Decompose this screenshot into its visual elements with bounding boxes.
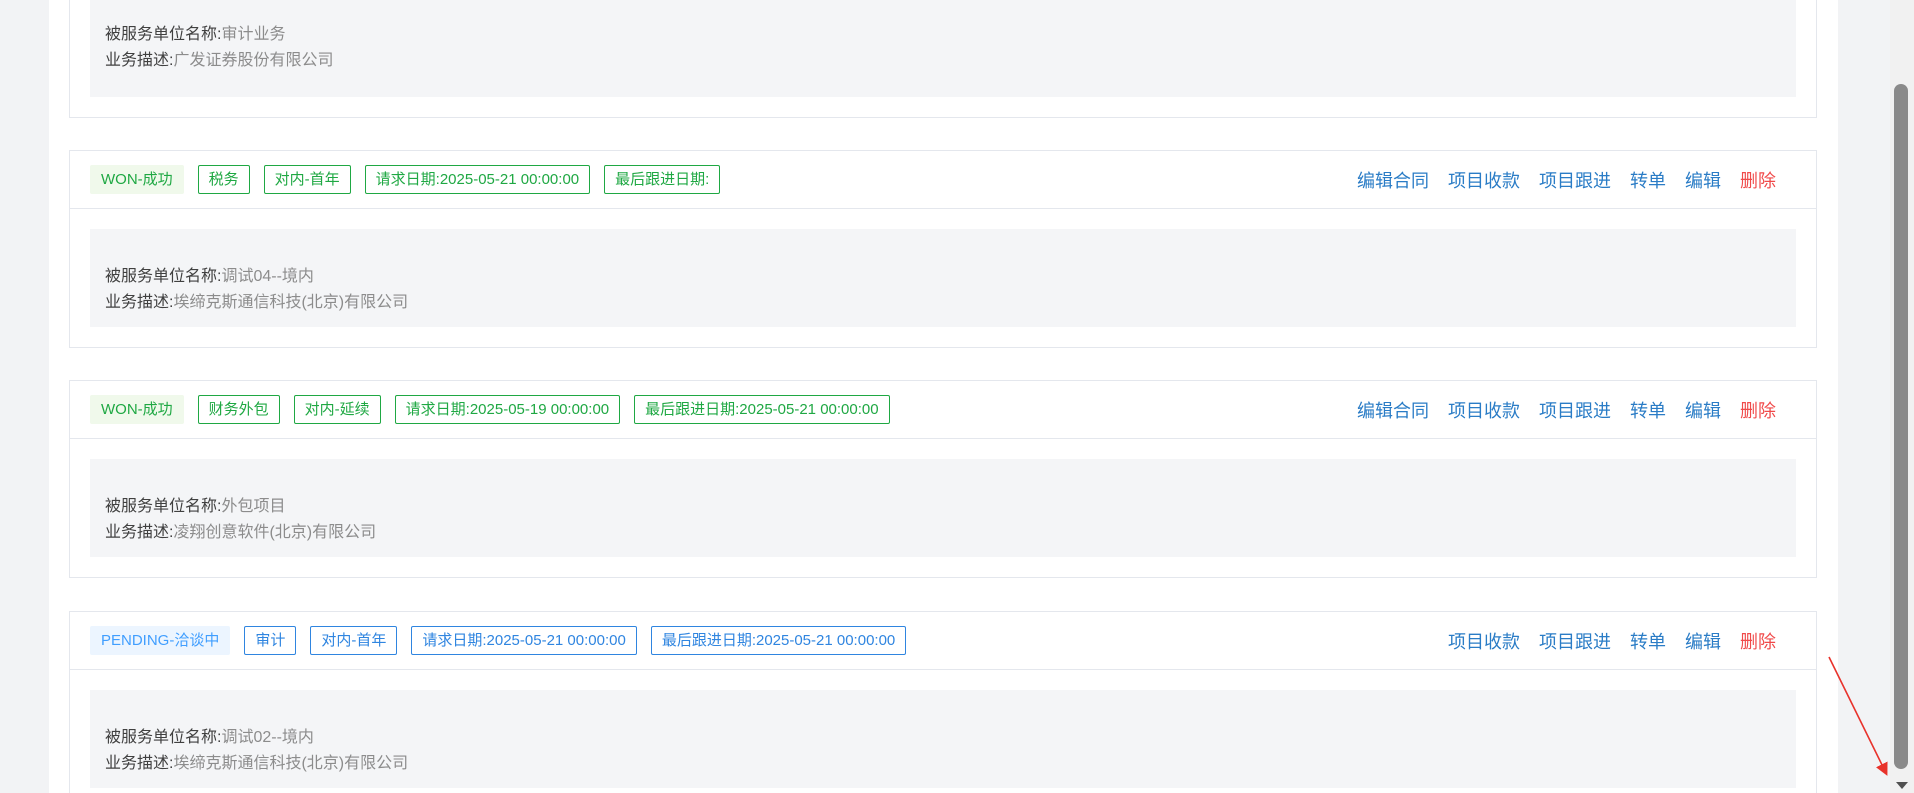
edit-contract-link[interactable]: 编辑合同 xyxy=(1357,397,1429,423)
description-value: 埃缔克斯通信科技(北京)有限公司 xyxy=(173,294,409,311)
transfer-link[interactable]: 转单 xyxy=(1630,397,1666,423)
card-header: WON-成功 财务外包 对内-延续 请求日期:2025-05-19 00:00:… xyxy=(70,381,1816,439)
last-follow-date-tag: 最后跟进日期: xyxy=(604,165,721,194)
description-value: 广发证券股份有限公司 xyxy=(173,52,334,69)
request-date-tag: 请求日期:2025-05-19 00:00:00 xyxy=(394,395,621,424)
service-unit-label: 被服务单位名称: xyxy=(105,729,222,746)
description-value: 埃缔克斯通信科技(北京)有限公司 xyxy=(173,755,409,772)
service-unit-row: 被服务单位名称:调试02--境内 xyxy=(105,725,1781,751)
project-follow-up-link[interactable]: 项目跟进 xyxy=(1539,167,1611,193)
action-group: 编辑合同 项目收款 项目跟进 转单 编辑 删除 xyxy=(1357,167,1776,193)
business-card: WON-成功 税务 对内-首年 请求日期:2025-05-21 00:00:00… xyxy=(69,150,1817,348)
status-badge: PENDING-洽谈中 xyxy=(90,626,231,655)
tag-group: PENDING-洽谈中 审计 对内-首年 请求日期:2025-05-21 00:… xyxy=(90,626,907,655)
project-payment-link[interactable]: 项目收款 xyxy=(1448,167,1520,193)
business-type-tag: 审计 xyxy=(244,626,297,655)
delete-link[interactable]: 删除 xyxy=(1740,628,1776,654)
service-unit-label: 被服务单位名称: xyxy=(105,26,222,43)
edit-link[interactable]: 编辑 xyxy=(1685,397,1721,423)
project-follow-up-link[interactable]: 项目跟进 xyxy=(1539,628,1611,654)
description-label: 业务描述: xyxy=(105,524,174,541)
card-body: 被服务单位名称:外包项目 业务描述:凌翔创意软件(北京)有限公司 xyxy=(90,459,1796,557)
project-payment-link[interactable]: 项目收款 xyxy=(1448,397,1520,423)
business-type-tag: 财务外包 xyxy=(197,395,280,424)
contract-type-tag: 对内-延续 xyxy=(293,395,381,424)
contract-type-tag: 对内-首年 xyxy=(310,626,398,655)
last-follow-date-tag: 最后跟进日期:2025-05-21 00:00:00 xyxy=(650,626,907,655)
description-row: 业务描述:凌翔创意软件(北京)有限公司 xyxy=(105,520,1781,546)
description-row: 业务描述:广发证券股份有限公司 xyxy=(105,48,1781,74)
last-follow-date-tag: 最后跟进日期:2025-05-21 00:00:00 xyxy=(634,395,890,424)
project-payment-link[interactable]: 项目收款 xyxy=(1448,628,1520,654)
card-header: WON-成功 税务 对内-首年 请求日期:2025-05-21 00:00:00… xyxy=(70,151,1816,209)
service-unit-row: 被服务单位名称:外包项目 xyxy=(105,494,1781,520)
service-unit-row: 被服务单位名称:调试04--境内 xyxy=(105,264,1781,290)
vertical-scrollbar[interactable] xyxy=(1890,0,1914,793)
request-date-tag: 请求日期:2025-05-21 00:00:00 xyxy=(364,165,591,194)
card-header: PENDING-洽谈中 审计 对内-首年 请求日期:2025-05-21 00:… xyxy=(70,612,1816,670)
delete-link[interactable]: 删除 xyxy=(1740,397,1776,423)
service-unit-value: 调试04--境内 xyxy=(221,268,314,285)
edit-contract-link[interactable]: 编辑合同 xyxy=(1357,167,1429,193)
edit-link[interactable]: 编辑 xyxy=(1685,167,1721,193)
card-body: 被服务单位名称:调试02--境内 业务描述:埃缔克斯通信科技(北京)有限公司 xyxy=(90,690,1796,788)
service-unit-value: 外包项目 xyxy=(221,498,286,515)
business-card: 被服务单位名称:审计业务 业务描述:广发证券股份有限公司 xyxy=(69,0,1817,118)
business-type-tag: 税务 xyxy=(197,165,250,194)
transfer-link[interactable]: 转单 xyxy=(1630,167,1666,193)
description-row: 业务描述:埃缔克斯通信科技(北京)有限公司 xyxy=(105,751,1781,777)
description-label: 业务描述: xyxy=(105,52,174,69)
service-unit-value: 审计业务 xyxy=(221,26,286,43)
scrollbar-thumb[interactable] xyxy=(1894,84,1908,769)
transfer-link[interactable]: 转单 xyxy=(1630,628,1666,654)
description-label: 业务描述: xyxy=(105,755,174,772)
service-unit-value: 调试02--境内 xyxy=(221,729,314,746)
action-group: 编辑合同 项目收款 项目跟进 转单 编辑 删除 xyxy=(1357,397,1776,423)
card-body: 被服务单位名称:审计业务 业务描述:广发证券股份有限公司 xyxy=(90,0,1796,97)
service-unit-label: 被服务单位名称: xyxy=(105,268,222,285)
description-label: 业务描述: xyxy=(105,294,174,311)
delete-link[interactable]: 删除 xyxy=(1740,167,1776,193)
project-follow-up-link[interactable]: 项目跟进 xyxy=(1539,397,1611,423)
status-badge: WON-成功 xyxy=(90,395,184,424)
main-content: 被服务单位名称:审计业务 业务描述:广发证券股份有限公司 WON-成功 税务 对… xyxy=(49,0,1838,793)
card-body: 被服务单位名称:调试04--境内 业务描述:埃缔克斯通信科技(北京)有限公司 xyxy=(90,229,1796,327)
service-unit-label: 被服务单位名称: xyxy=(105,498,222,515)
edit-link[interactable]: 编辑 xyxy=(1685,628,1721,654)
description-row: 业务描述:埃缔克斯通信科技(北京)有限公司 xyxy=(105,290,1781,316)
tag-group: WON-成功 财务外包 对内-延续 请求日期:2025-05-19 00:00:… xyxy=(90,395,890,424)
request-date-tag: 请求日期:2025-05-21 00:00:00 xyxy=(411,626,637,655)
business-card: WON-成功 财务外包 对内-延续 请求日期:2025-05-19 00:00:… xyxy=(69,380,1817,578)
business-card: PENDING-洽谈中 审计 对内-首年 请求日期:2025-05-21 00:… xyxy=(69,611,1817,793)
status-badge: WON-成功 xyxy=(90,165,184,194)
service-unit-row: 被服务单位名称:审计业务 xyxy=(105,22,1781,48)
description-value: 凌翔创意软件(北京)有限公司 xyxy=(173,524,377,541)
action-group: 项目收款 项目跟进 转单 编辑 删除 xyxy=(1448,628,1776,654)
scroll-down-arrow-icon[interactable] xyxy=(1896,782,1908,789)
tag-group: WON-成功 税务 对内-首年 请求日期:2025-05-21 00:00:00… xyxy=(90,165,721,194)
contract-type-tag: 对内-首年 xyxy=(263,165,351,194)
